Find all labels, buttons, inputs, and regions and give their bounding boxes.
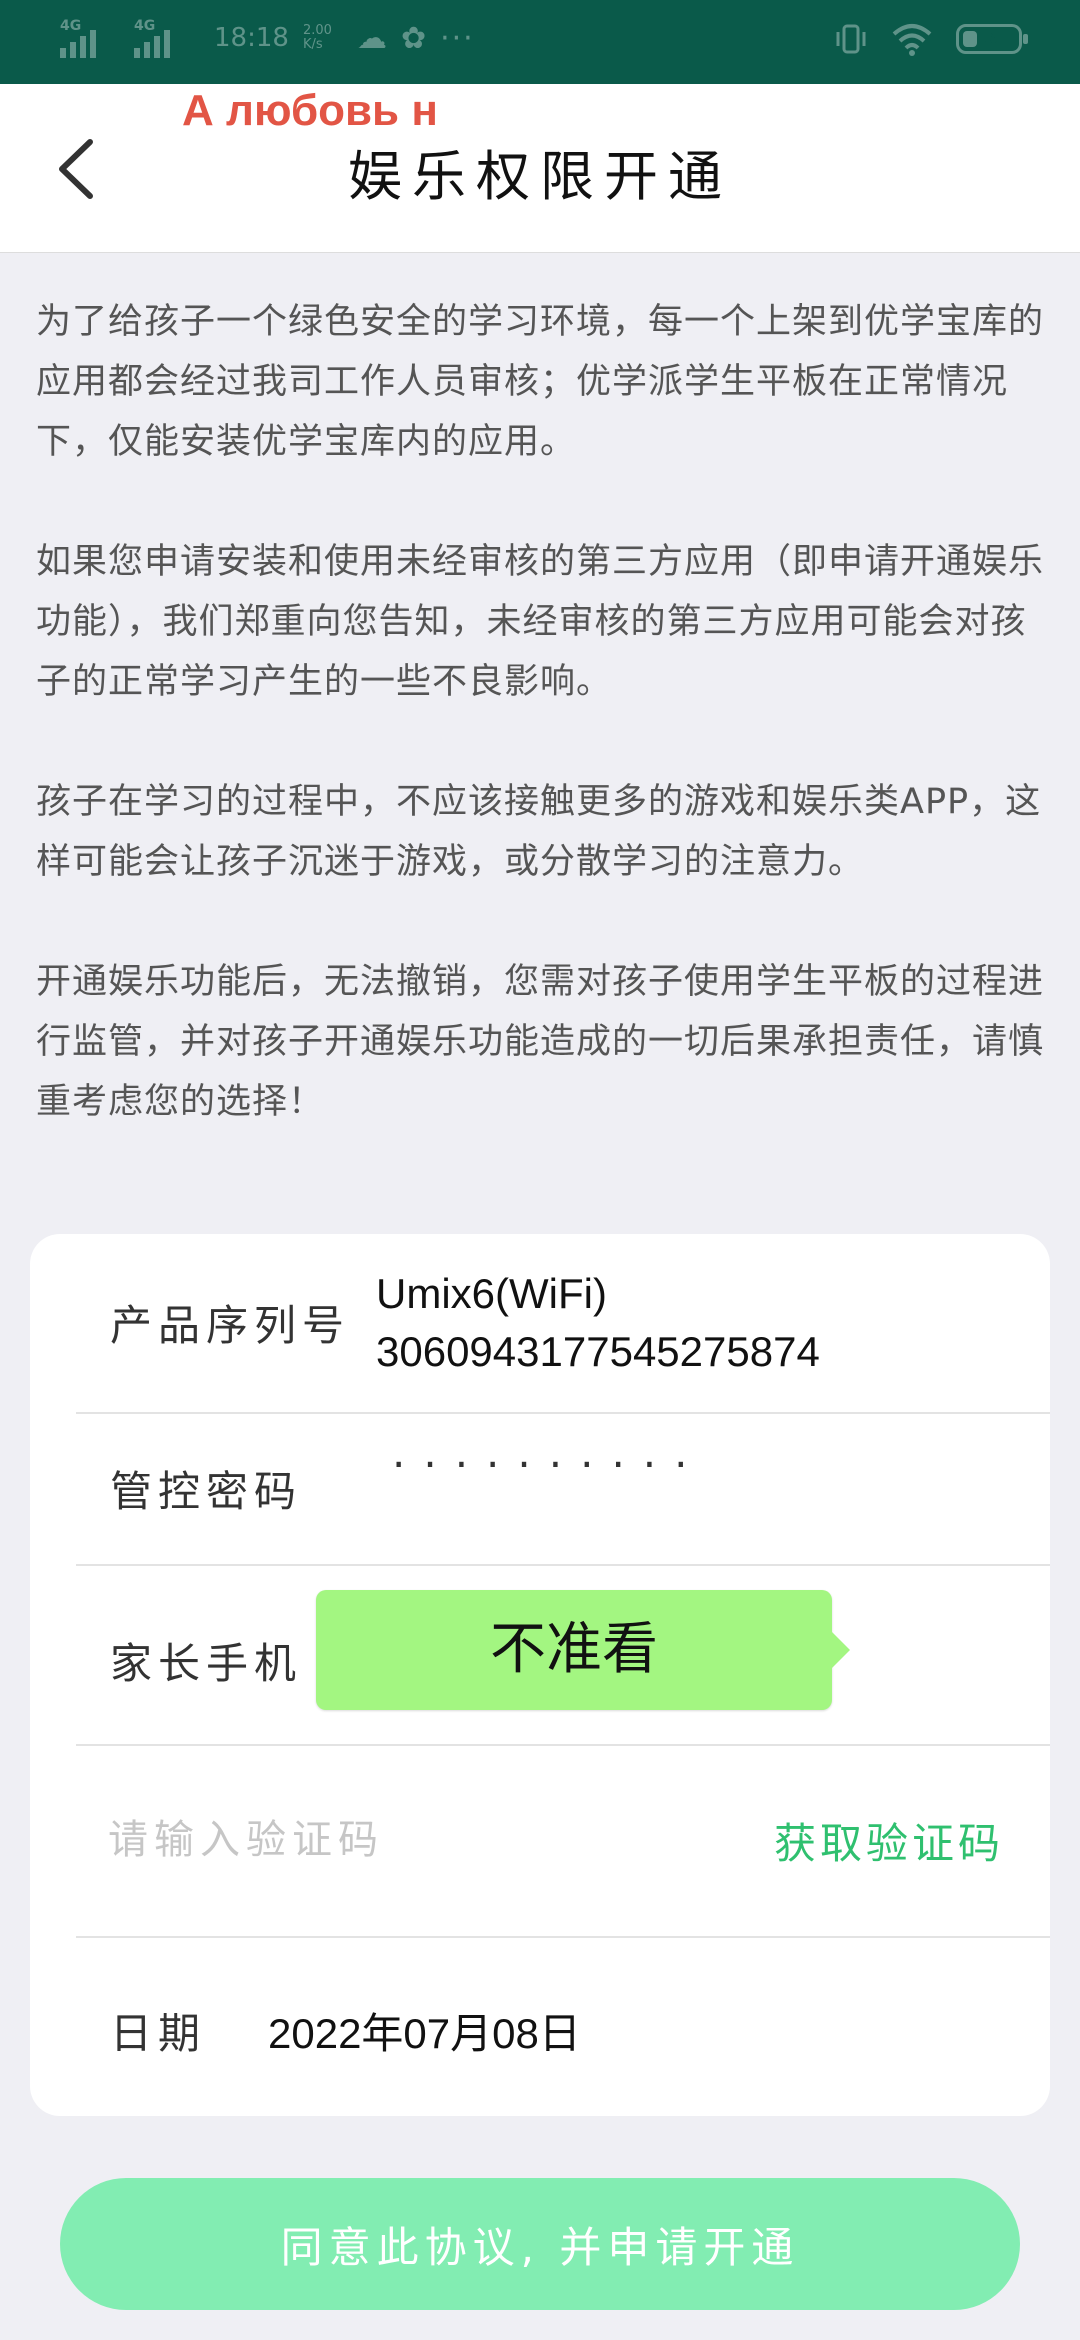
serial-model: Umix6(WiFi) <box>376 1270 607 1317</box>
notice-paragraph: 如果您申请安装和使用未经审核的第三方应用（即申请开通娱乐功能），我们郑重向您告知… <box>36 542 1045 702</box>
net-speed: 2.00 K/s <box>303 24 343 52</box>
serial-label: 产品序列号 <box>110 1301 351 1350</box>
serial-number: 3060943177545275874 <box>376 1328 820 1375</box>
password-field[interactable]: ·········· <box>392 1440 706 1489</box>
code-row: 获取验证码 <box>76 1746 1050 1938</box>
wechat-icon: ✿ <box>400 20 427 56</box>
notice-paragraph: 开通娱乐功能后，无法撤销，您需对孩子使用学生平板的过程进行监管，并对孩子开通娱乐… <box>36 962 1045 1122</box>
status-right: 16 <box>834 22 1028 56</box>
more-icon: ··· <box>440 20 475 56</box>
clock: 18:18 <box>214 23 289 53</box>
serial-row: 产品序列号 Umix6(WiFi) 3060943177545275874 <box>76 1234 1050 1414</box>
date-value: 2022年07月08日 <box>268 2010 581 2057</box>
cloud-icon: ☁ <box>356 20 387 56</box>
agree-and-apply-button[interactable]: 同意此协议, 并申请开通 <box>60 2178 1020 2310</box>
status-left: 4G 4G 18:18 2.00 K/s ☁ ✿ ··· <box>60 18 475 58</box>
overlay-caption: А любовь н <box>182 86 438 135</box>
signal-icon-2: 4G <box>134 18 194 58</box>
network-type-2: 4G <box>134 18 156 34</box>
net-speed-unit: K/s <box>302 37 323 52</box>
password-row: 管控密码 ·········· <box>76 1414 1050 1566</box>
notice-paragraph: 为了给孩子一个绿色安全的学习环境，每一个上架到优学宝库的应用都会经过我司工作人员… <box>36 302 1045 462</box>
vibrate-icon <box>836 24 866 54</box>
battery-level: 16 <box>980 31 998 47</box>
notice-paragraph: 孩子在学习的过程中，不应该接触更多的游戏和娱乐类APP，这样可能会让孩子沉迷于游… <box>36 782 1042 882</box>
battery-icon: 16 <box>956 24 1028 54</box>
date-row: 日期 2022年07月08日 <box>76 1938 1050 2116</box>
password-label: 管控密码 <box>110 1467 303 1516</box>
network-type: 4G <box>60 18 82 34</box>
get-code-button[interactable]: 获取验证码 <box>774 1810 1004 1871</box>
phone-label: 家长手机 <box>110 1639 303 1688</box>
verification-code-input[interactable] <box>106 1804 670 1876</box>
wifi-icon <box>892 24 932 56</box>
signal-icon: 4G <box>60 18 120 58</box>
net-speed-value: 2.00 <box>302 23 332 38</box>
app-header: 娱乐权限开通 <box>0 84 1080 253</box>
page-title: 娱乐权限开通 <box>348 145 732 208</box>
phone-cover-tooltip: 不准看 <box>316 1590 850 1710</box>
status-bar: 4G 4G 18:18 2.00 K/s ☁ ✿ ··· 16 <box>0 0 1080 84</box>
date-label: 日期 <box>110 2009 207 2058</box>
notice-text: 为了给孩子一个绿色安全的学习环境，每一个上架到优学宝库的应用都会经过我司工作人员… <box>36 292 1056 1192</box>
